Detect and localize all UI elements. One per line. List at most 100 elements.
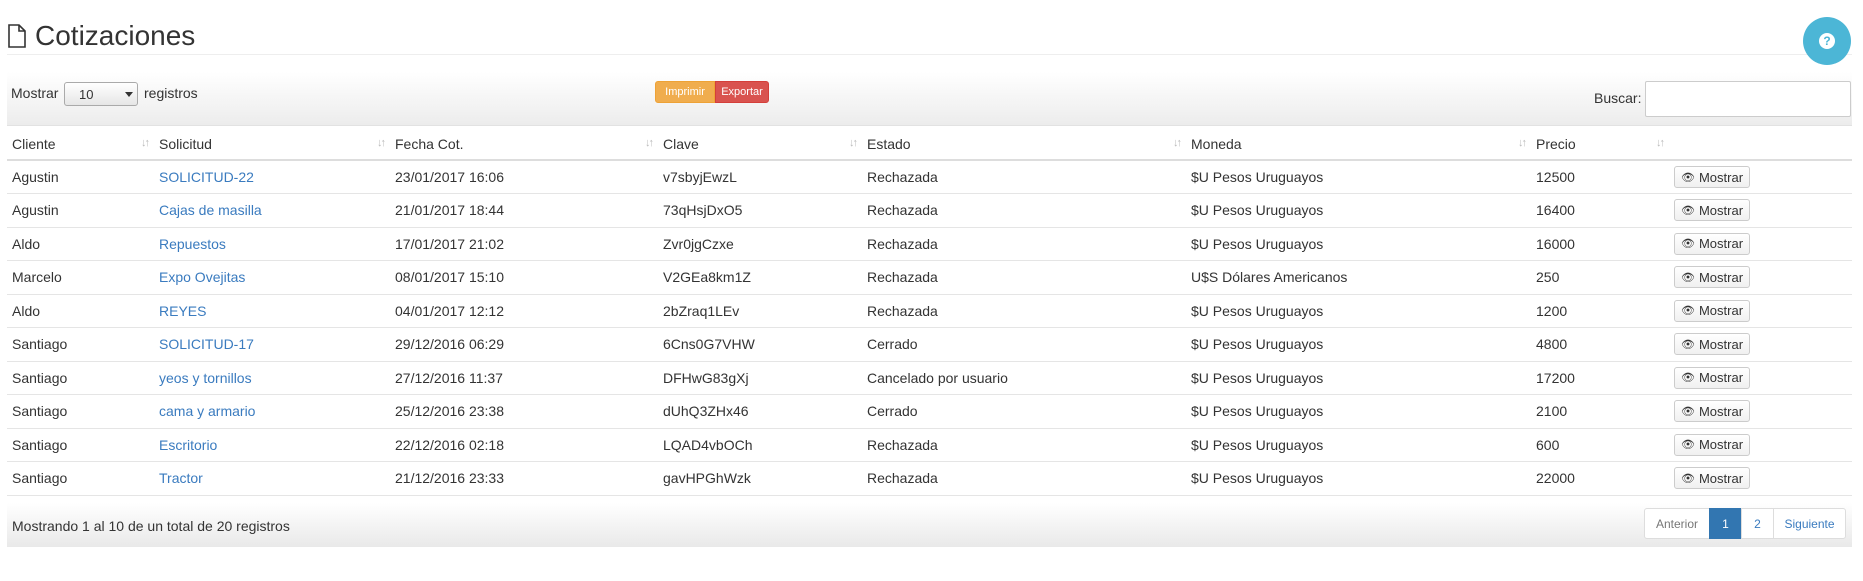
solicitud-link[interactable]: cama y armario (154, 394, 390, 429)
cell-actions: 👁 Mostrar (1669, 327, 1852, 362)
eye-icon: 👁 (1681, 171, 1695, 184)
show-button-label: Mostrar (1698, 336, 1744, 352)
solicitud-link[interactable]: Escritorio (154, 428, 390, 462)
cell-moneda: $U Pesos Uruguayos (1186, 227, 1531, 261)
table-toolbar: Mostrar 10 registros Imprimir Exportar B… (7, 72, 1852, 126)
table-row: Agustin SOLICITUD-22 23/01/2017 16:06 v7sby… (7, 160, 1852, 194)
cell-estado: Rechazada (862, 294, 1186, 328)
header-estado[interactable]: Estado ↓↑ (862, 128, 1186, 161)
cell-actions: 👁 Mostrar (1669, 260, 1852, 295)
dropdown-arrow-icon (125, 92, 133, 97)
cell-moneda: $U Pesos Uruguayos (1186, 193, 1531, 228)
sort-icon: ↓↑ (141, 137, 150, 149)
header-fecha[interactable]: Fecha Cot. ↓↑ (390, 128, 658, 161)
cell-actions: 👁 Mostrar (1669, 160, 1852, 194)
solicitud-link[interactable]: SOLICITUD-22 (154, 160, 390, 194)
records-label: registros (144, 85, 198, 101)
cell-fecha: 22/12/2016 02:18 (390, 428, 658, 462)
table-row: Santiago Escritorio 22/12/2016 02:18 LQAD4v… (7, 428, 1852, 462)
page-length-value: 10 (79, 87, 94, 102)
cell-actions: 👁 Mostrar (1669, 394, 1852, 429)
show-button-label: Mostrar (1698, 403, 1744, 419)
solicitud-link[interactable]: SOLICITUD-17 (154, 327, 390, 362)
header-clave[interactable]: Clave ↓↑ (658, 128, 862, 161)
show-label: Mostrar (11, 85, 59, 101)
sort-icon: ↓↑ (1518, 137, 1527, 149)
table-row: Marcelo Expo Ovejitas 08/01/2017 15:10 V2GE… (7, 260, 1852, 295)
cell-moneda: $U Pesos Uruguayos (1186, 461, 1531, 496)
question-icon: ? (1819, 33, 1835, 49)
cell-precio: 22000 (1531, 461, 1669, 496)
sort-icon: ↓↑ (377, 137, 386, 149)
table-row: Aldo Repuestos 17/01/2017 21:02 Zvr0jgCzxe R… (7, 227, 1852, 261)
show-button-label: Mostrar (1698, 169, 1744, 185)
cell-cliente: Aldo (7, 294, 154, 328)
header-actions (1669, 128, 1852, 161)
show-button[interactable]: 👁 Mostrar (1674, 166, 1751, 188)
cell-clave: 2bZraq1LEv (658, 294, 862, 328)
cell-moneda: $U Pesos Uruguayos (1186, 294, 1531, 328)
cell-estado: Rechazada (862, 193, 1186, 228)
header-cliente[interactable]: Cliente ↓↑ (7, 128, 154, 161)
cell-cliente: Aldo (7, 227, 154, 261)
cell-precio: 16000 (1531, 227, 1669, 261)
cell-actions: 👁 Mostrar (1669, 428, 1852, 462)
header-precio[interactable]: Precio ↓↑ (1531, 128, 1669, 161)
solicitud-link[interactable]: Tractor (154, 461, 390, 496)
cell-fecha: 21/12/2016 23:33 (390, 461, 658, 496)
table-row: Santiago yeos y tornillos 27/12/2016 11:37… (7, 361, 1852, 395)
table-row: Santiago cama y armario 25/12/2016 23:38 dU… (7, 394, 1852, 429)
eye-icon: 👁 (1681, 439, 1695, 452)
show-button[interactable]: 👁 Mostrar (1674, 467, 1751, 490)
cell-precio: 4800 (1531, 327, 1669, 362)
cell-cliente: Agustin (7, 160, 154, 194)
next-page-button[interactable]: Siguiente (1773, 508, 1846, 539)
cell-estado: Cancelado por usuario (862, 361, 1186, 395)
table-header-row: Cliente ↓↑ Solicitud ↓↑ Fecha Cot. ↓↑ Clave… (7, 128, 1852, 161)
show-button-label: Mostrar (1698, 470, 1744, 486)
show-button[interactable]: 👁 Mostrar (1674, 266, 1751, 289)
export-button[interactable]: Exportar (715, 81, 769, 103)
solicitud-link[interactable]: yeos y tornillos (154, 361, 390, 395)
solicitud-link[interactable]: REYES (154, 294, 390, 328)
help-button[interactable]: ? (1803, 17, 1851, 65)
prev-page-button[interactable]: Anterior (1644, 508, 1710, 539)
cell-precio: 2100 (1531, 394, 1669, 429)
cell-fecha: 04/01/2017 12:12 (390, 294, 658, 328)
cell-clave: dUhQ3ZHx46 (658, 394, 862, 429)
show-button[interactable]: 👁 Mostrar (1674, 299, 1751, 322)
sort-icon: ↓↑ (645, 137, 654, 149)
solicitud-link[interactable]: Cajas de masilla (154, 193, 390, 228)
cell-fecha: 17/01/2017 21:02 (390, 227, 658, 261)
show-button[interactable]: 👁 Mostrar (1674, 232, 1751, 255)
eye-icon: 👁 (1681, 372, 1695, 385)
cell-precio: 600 (1531, 428, 1669, 462)
cell-moneda: $U Pesos Uruguayos (1186, 361, 1531, 395)
cell-cliente: Marcelo (7, 260, 154, 295)
cell-precio: 12500 (1531, 160, 1669, 194)
search-input[interactable] (1645, 81, 1851, 117)
cell-actions: 👁 Mostrar (1669, 294, 1852, 328)
header-moneda[interactable]: Moneda ↓↑ (1186, 128, 1531, 161)
cell-clave: v7sbyjEwzL (658, 160, 862, 194)
show-button[interactable]: 👁 Mostrar (1674, 366, 1751, 389)
show-button[interactable]: 👁 Mostrar (1674, 333, 1751, 356)
print-button[interactable]: Imprimir (655, 81, 715, 103)
search-label: Buscar: (1594, 90, 1642, 106)
show-button[interactable]: 👁 Mostrar (1674, 400, 1751, 423)
cell-cliente: Santiago (7, 327, 154, 362)
eye-icon: 👁 (1681, 204, 1695, 217)
solicitud-link[interactable]: Repuestos (154, 227, 390, 261)
solicitud-link[interactable]: Expo Ovejitas (154, 260, 390, 295)
page-1-button[interactable]: 1 (1709, 508, 1742, 539)
page-2-button[interactable]: 2 (1741, 508, 1774, 539)
page-length-select[interactable]: 10 (64, 82, 138, 106)
show-button[interactable]: 👁 Mostrar (1674, 199, 1751, 222)
show-button-label: Mostrar (1698, 236, 1744, 252)
show-button[interactable]: 👁 Mostrar (1674, 433, 1751, 456)
cell-cliente: Santiago (7, 394, 154, 429)
cell-fecha: 08/01/2017 15:10 (390, 260, 658, 295)
header-solicitud[interactable]: Solicitud ↓↑ (154, 128, 390, 161)
table-row: Aldo REYES 04/01/2017 12:12 2bZraq1LEv Recha… (7, 294, 1852, 328)
sort-icon: ↓↑ (849, 137, 858, 149)
